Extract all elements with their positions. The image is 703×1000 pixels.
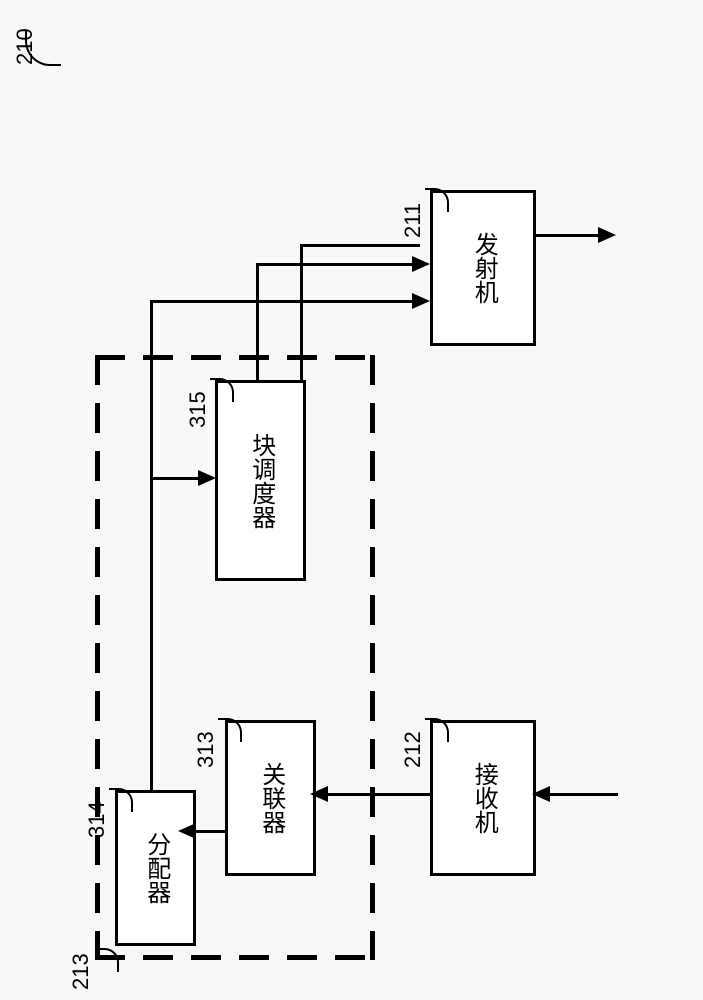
allocator-ref: 314 [84, 801, 110, 838]
container-right [370, 355, 375, 960]
correlator: 关联器 [225, 720, 316, 876]
container-ref: 213 [68, 953, 94, 990]
block-scheduler: 块调度器 [215, 380, 306, 581]
container-top [95, 355, 375, 360]
transmitter-label: 发射机 [470, 232, 496, 304]
allocator: 分配器 [115, 790, 196, 946]
correlator-ref: 313 [193, 731, 219, 768]
block-scheduler-ref: 315 [185, 391, 211, 428]
receiver-label: 接收机 [470, 762, 496, 834]
transmitter-ref: 211 [400, 203, 426, 238]
transmitter: 发射机 [430, 190, 536, 346]
correlator-label: 关联器 [257, 762, 283, 834]
receiver: 接收机 [430, 720, 536, 876]
container-bottom [95, 955, 375, 960]
receiver-ref: 212 [400, 731, 426, 768]
container-left [95, 355, 100, 960]
block-scheduler-label: 块调度器 [247, 433, 273, 529]
allocator-label: 分配器 [142, 832, 168, 904]
